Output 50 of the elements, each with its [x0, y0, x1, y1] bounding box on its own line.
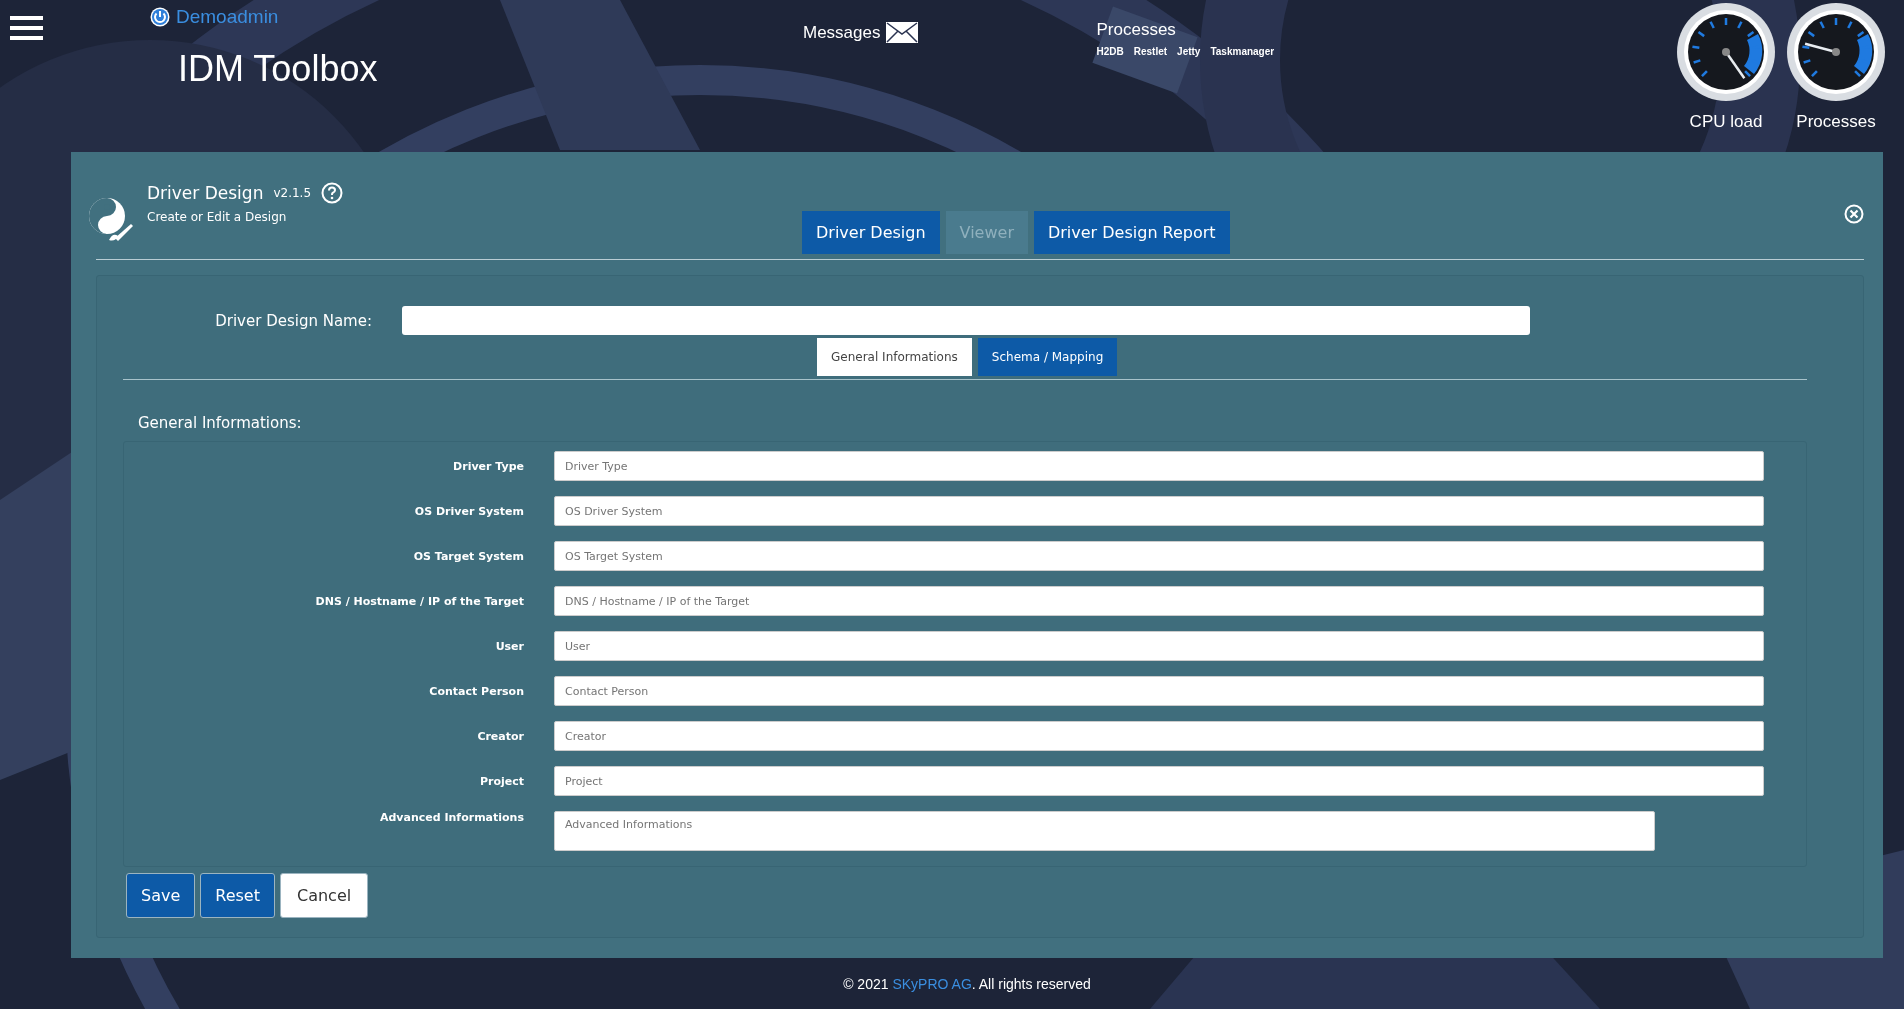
- input-field[interactable]: OS Target System: [554, 541, 1764, 571]
- field-label: Driver Design Name:: [214, 311, 372, 330]
- input-field[interactable]: DNS / Hostname / IP of the Target: [554, 586, 1764, 616]
- help-icon[interactable]: [321, 182, 344, 204]
- process-link[interactable]: Restlet: [1133, 46, 1168, 57]
- gauge-label: CPU load: [1689, 112, 1763, 132]
- input-field[interactable]: Creator: [554, 721, 1764, 751]
- field-label: User: [494, 639, 524, 653]
- panel-title: Driver Design: [147, 183, 264, 203]
- input-field[interactable]: [402, 306, 1530, 335]
- field-label: OS Target System: [412, 549, 524, 563]
- gauge-icon: [1676, 2, 1776, 102]
- cancel-button[interactable]: Cancel: [280, 873, 369, 918]
- tab[interactable]: Driver Design Report: [1033, 211, 1230, 254]
- process-link[interactable]: H2DB: [1096, 46, 1124, 57]
- input-field[interactable]: Contact Person: [554, 676, 1764, 706]
- gauge-label: Processes: [1796, 112, 1876, 132]
- company-link[interactable]: SKyPRO AG: [892, 975, 972, 992]
- menu-icon[interactable]: [10, 16, 43, 40]
- text-area[interactable]: Advanced Informations: [554, 811, 1655, 851]
- input-field[interactable]: Driver Type: [554, 451, 1764, 481]
- close-icon[interactable]: [1844, 204, 1864, 224]
- tab[interactable]: General Informations: [817, 338, 972, 376]
- messages-link[interactable]: Messages: [803, 22, 881, 43]
- input-field[interactable]: OS Driver System: [554, 496, 1764, 526]
- field-label: Contact Person: [428, 684, 524, 698]
- process-link[interactable]: Taskmanager: [1210, 46, 1275, 57]
- field-label: DNS / Hostname / IP of the Target: [314, 594, 524, 608]
- panel-subtitle: Create or Edit a Design: [147, 210, 288, 224]
- field-label: Driver Type: [452, 459, 524, 473]
- gauge-icon: [1786, 2, 1886, 102]
- yin-yang-brush-icon: [87, 196, 135, 242]
- field-label: Advanced Informations: [378, 811, 524, 824]
- version-label: v2.1.5: [273, 186, 312, 200]
- power-icon[interactable]: [150, 7, 170, 27]
- action-button[interactable]: Reset: [200, 873, 275, 918]
- action-button[interactable]: Save: [126, 873, 196, 918]
- input-field[interactable]: User: [554, 631, 1764, 661]
- tab[interactable]: Driver Design: [802, 211, 940, 254]
- field-label: Project: [478, 774, 524, 788]
- tab[interactable]: Schema / Mapping: [977, 338, 1118, 376]
- app-title: IDM Toolbox: [178, 48, 379, 90]
- process-link[interactable]: Jetty: [1177, 46, 1201, 57]
- section-title: General Informations:: [138, 414, 303, 432]
- processes-title: Processes: [1096, 20, 1177, 40]
- input-field[interactable]: Project: [554, 766, 1764, 796]
- field-label: OS Driver System: [413, 504, 524, 518]
- envelope-icon[interactable]: [886, 22, 919, 43]
- copyright-text: © 2021 SKyPRO AG. All rights reserved: [843, 975, 1091, 992]
- field-label: Creator: [476, 729, 524, 743]
